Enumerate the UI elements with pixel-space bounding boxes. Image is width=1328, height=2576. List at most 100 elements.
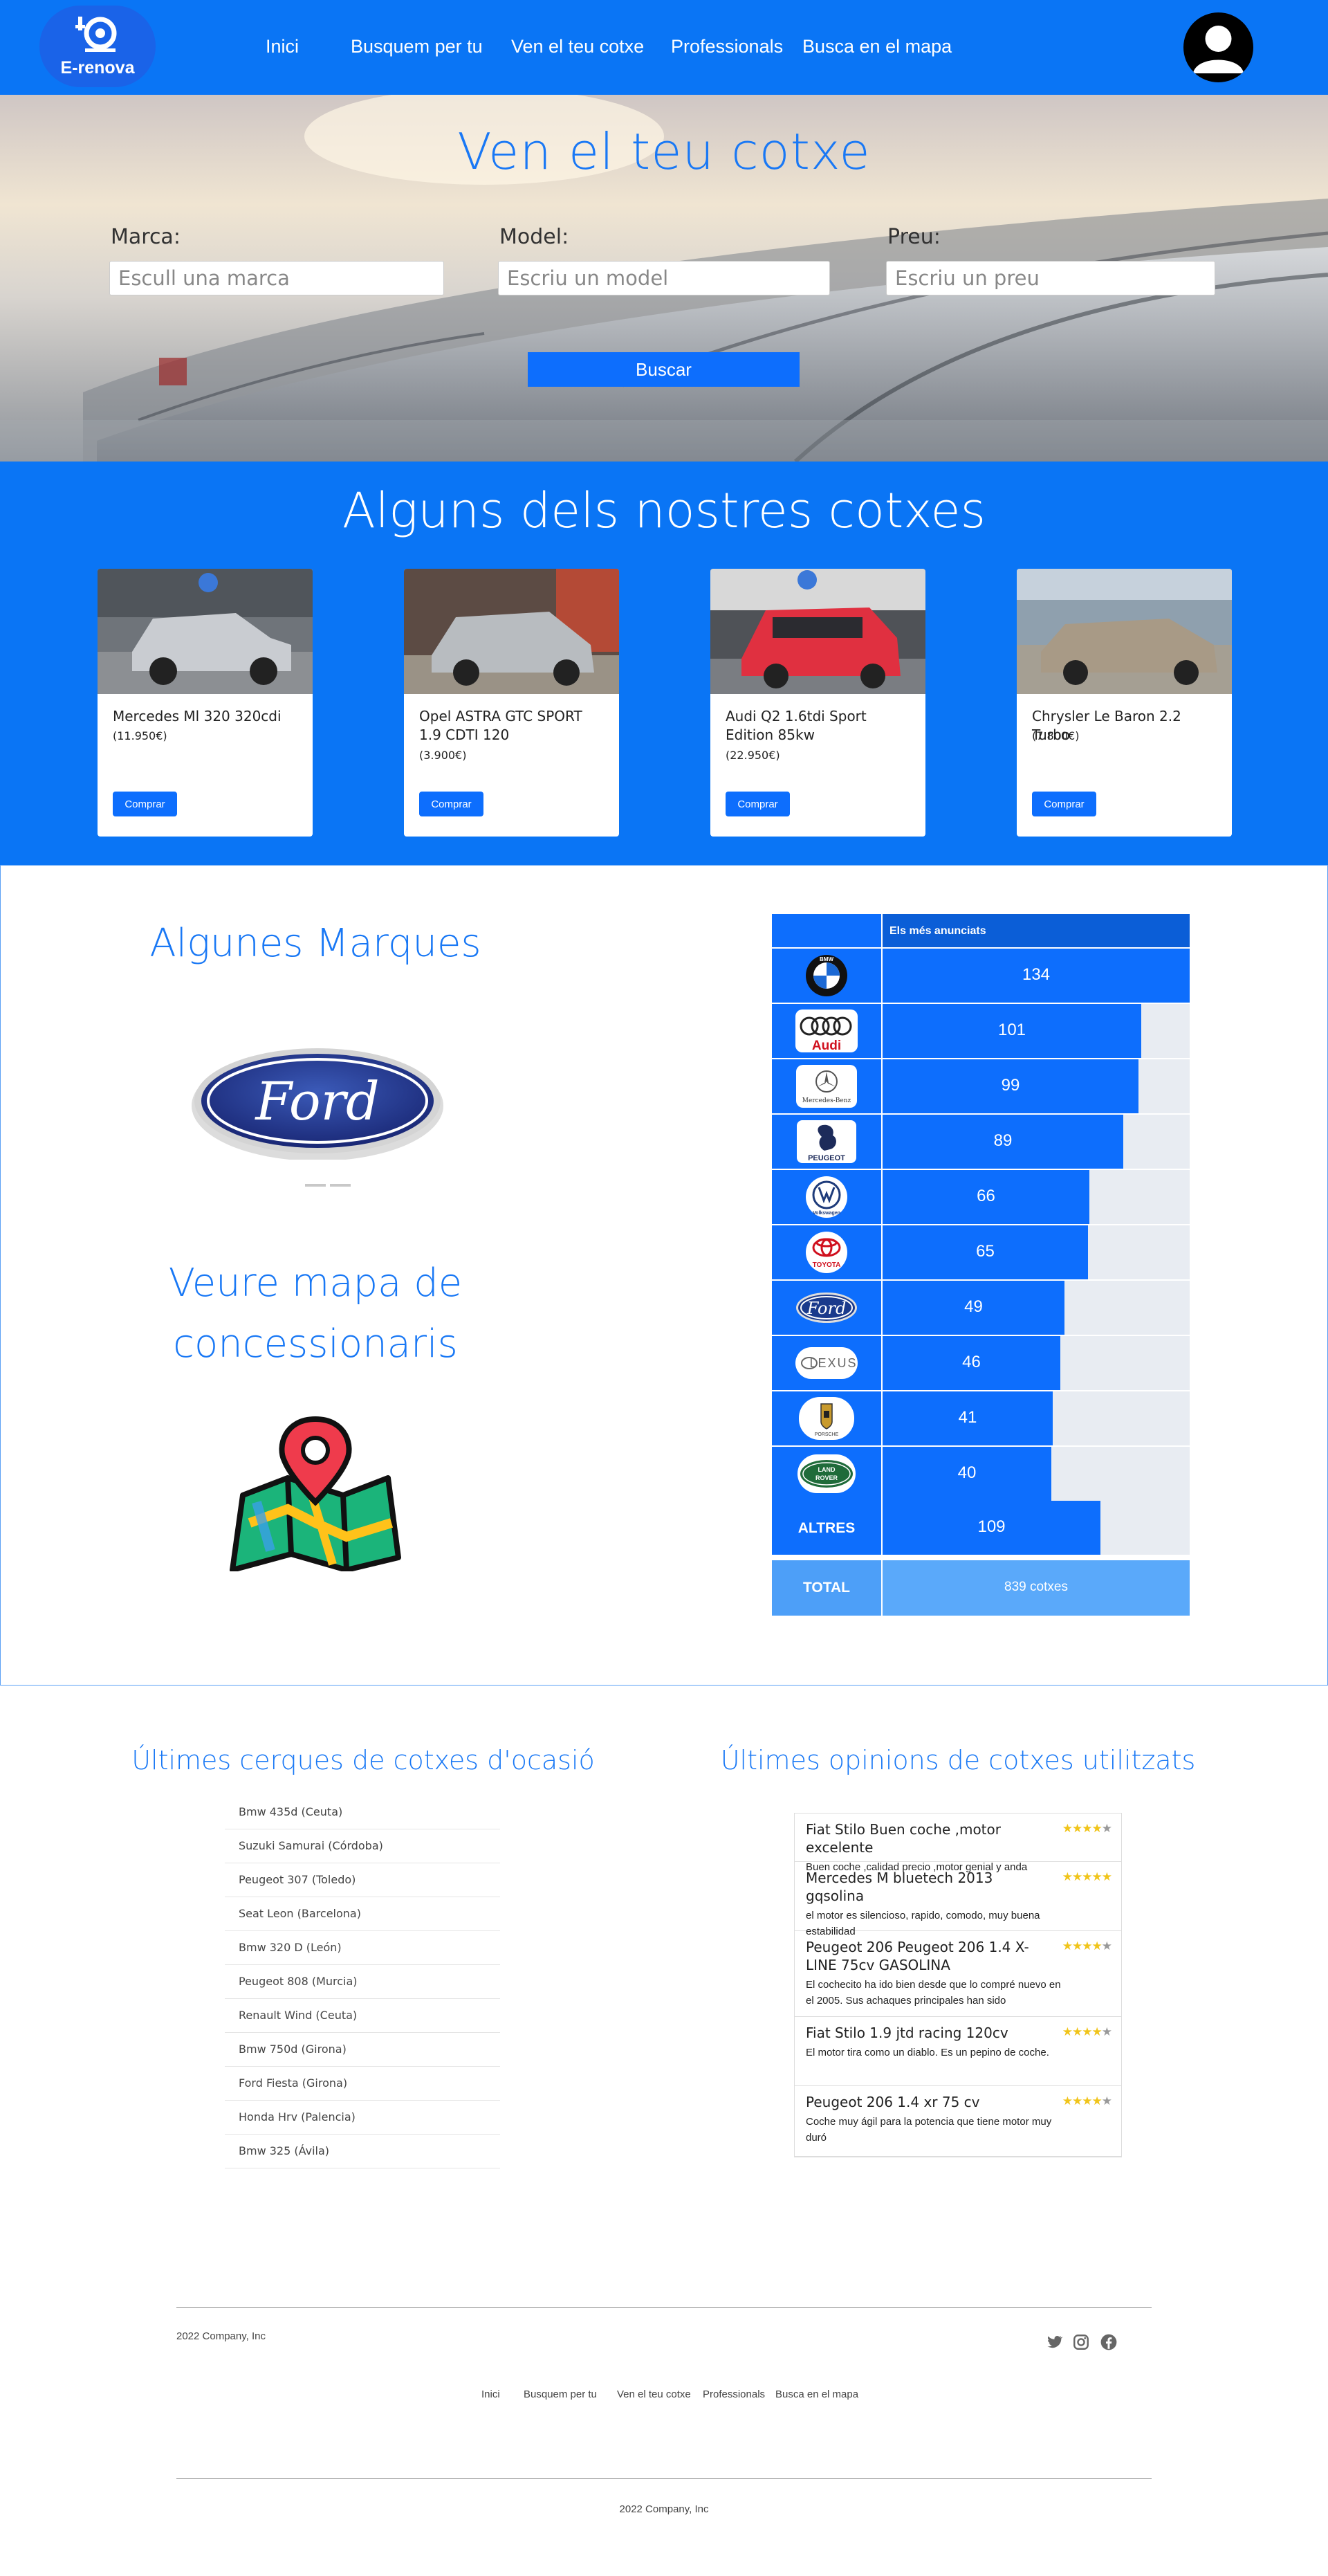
carousel-indicator[interactable]: [330, 1184, 351, 1187]
search-list-item[interactable]: Ford Fiesta (Girona): [225, 2067, 500, 2101]
map-title-line: Veure mapa de: [168, 1261, 463, 1306]
model-input[interactable]: [498, 261, 830, 295]
svg-text:Mercedes-Benz: Mercedes-Benz: [802, 1097, 851, 1104]
opinion-item[interactable]: Peugeot 206 1.4 xr 75 cv Coche muy ágil p…: [795, 2086, 1121, 2157]
buy-button[interactable]: Comprar: [1032, 792, 1096, 816]
table-row: TOYOTA 65: [772, 1225, 1190, 1279]
star-icon: ★: [1072, 1939, 1082, 1953]
bar-value: 46: [962, 1353, 981, 1371]
footer-link-professionals[interactable]: Professionals: [703, 2388, 765, 2400]
facebook-icon[interactable]: [1100, 2333, 1118, 2351]
table-header: Els més anunciats: [772, 914, 1190, 947]
search-list-item[interactable]: Peugeot 808 (Murcia): [225, 1965, 500, 1999]
user-avatar[interactable]: [1183, 12, 1253, 82]
toyota-logo-icon: TOYOTA: [795, 1231, 858, 1274]
footer-company: 2022 Company, Inc: [176, 2330, 266, 2342]
nav-link-ven[interactable]: Ven el teu cotxe: [511, 36, 644, 57]
brand-logo-cell: LAND ROVER: [772, 1447, 881, 1501]
footer-link-mapa[interactable]: Busca en el mapa: [775, 2388, 858, 2400]
porsche-logo-icon: PORSCHE: [795, 1397, 858, 1440]
star-icon: ★: [1082, 1939, 1092, 1953]
total-label: TOTAL: [772, 1560, 881, 1616]
search-list-item[interactable]: Bmw 325 (Ávila): [225, 2135, 500, 2168]
opinion-body: Coche muy ágil para la potencia que tien…: [806, 2116, 1052, 2144]
twitter-icon[interactable]: [1045, 2333, 1063, 2351]
table-row: LEXUS 46: [772, 1336, 1190, 1390]
car-photo[interactable]: [98, 569, 313, 694]
carousel-indicator[interactable]: [305, 1184, 326, 1187]
lexus-logo-icon: LEXUS: [795, 1342, 858, 1385]
search-list-item[interactable]: Suzuki Samurai (Córdoba): [225, 1829, 500, 1863]
svg-text:PEUGEOT: PEUGEOT: [808, 1154, 845, 1162]
latest-searches-list: Bmw 435d (Ceuta) Suzuki Samurai (Córdoba)…: [225, 1796, 500, 2168]
table-row: BMW 134: [772, 949, 1190, 1003]
map-title[interactable]: Veure mapa de concessionaris: [104, 1253, 526, 1375]
footer-link-busquem[interactable]: Busquem per tu: [524, 2388, 597, 2400]
opinion-item[interactable]: Fiat Stilo Buen coche ,motor excelente Bu…: [795, 1814, 1121, 1873]
car-photo[interactable]: [1017, 569, 1232, 694]
brand-logo-cell: PORSCHE: [772, 1391, 881, 1445]
car-card: Mercedes Ml 320 320cdi (11.950€) Comprar: [98, 569, 313, 837]
search-list-item[interactable]: Bmw 750d (Girona): [225, 2033, 500, 2067]
ford-brand-carousel-image[interactable]: Ford: [186, 1042, 449, 1160]
land-rover-logo-icon: LAND ROVER: [795, 1452, 858, 1495]
car-name: Mercedes Ml 320 320cdi: [113, 708, 282, 724]
svg-text:LEXUS: LEXUS: [809, 1356, 857, 1370]
car-photo[interactable]: [404, 569, 619, 694]
opinion-item[interactable]: Peugeot 206 Peugeot 206 1.4 X-LINE 75cv …: [795, 1931, 1121, 2017]
svg-text:BMW: BMW: [820, 956, 833, 962]
search-button[interactable]: Buscar: [528, 352, 800, 387]
search-list-item[interactable]: Bmw 435d (Ceuta): [225, 1796, 500, 1829]
buy-button[interactable]: Comprar: [113, 792, 177, 816]
table-row: Audi 101: [772, 1004, 1190, 1058]
ford-logo-icon: Ford: [795, 1286, 858, 1329]
brand-input[interactable]: [109, 261, 444, 295]
footer-divider: [176, 2307, 1152, 2308]
map-pin-icon[interactable]: [229, 1412, 402, 1571]
opinion-body: El cochecito ha ido bien desde que lo co…: [806, 1979, 1061, 2007]
buy-button[interactable]: Comprar: [419, 792, 483, 816]
brand-logo-cell: Volkswagen: [772, 1170, 881, 1224]
star-icon: ★: [1072, 1870, 1082, 1883]
buy-button[interactable]: Comprar: [726, 792, 790, 816]
car-price: (7.800€): [1032, 729, 1080, 742]
bar-value: 99: [1001, 1076, 1020, 1095]
nav-link-mapa[interactable]: Busca en el mapa: [802, 36, 952, 57]
star-icon: ★: [1062, 1822, 1073, 1835]
star-icon: ★: [1101, 1870, 1112, 1883]
search-list-item[interactable]: Seat Leon (Barcelona): [225, 1897, 500, 1931]
opinion-item[interactable]: Fiat Stilo 1.9 jtd racing 120cv El motor …: [795, 2017, 1121, 2086]
car-photo[interactable]: [710, 569, 925, 694]
others-label: ALTRES: [797, 1520, 856, 1536]
site-logo[interactable]: E-renova: [39, 6, 156, 87]
table-row: LAND ROVER 40: [772, 1447, 1190, 1501]
top-navbar: E-renova Inici Busquem per tu Ven el teu…: [0, 0, 1328, 95]
car-card: Audi Q2 1.6tdi Sport Edition 85kw (22.95…: [710, 569, 925, 837]
price-input[interactable]: [886, 261, 1215, 295]
svg-text:Ford: Ford: [806, 1299, 847, 1318]
nav-link-busquem[interactable]: Busquem per tu: [351, 36, 483, 57]
brand-label: Marca:: [111, 225, 181, 249]
table-row: PEUGEOT 89: [772, 1115, 1190, 1169]
instagram-icon[interactable]: [1072, 2333, 1090, 2351]
car-name: Opel ASTRA GTC SPORT 1.9 CDTI 120: [419, 708, 582, 743]
brand-logo-cell: LEXUS: [772, 1336, 881, 1390]
search-list-item[interactable]: Bmw 320 D (León): [225, 1931, 500, 1965]
car-price: (3.900€): [419, 749, 467, 762]
svg-text:ROVER: ROVER: [815, 1474, 838, 1481]
star-rating: ★★★★★: [1062, 1870, 1112, 1884]
opinion-item[interactable]: Mercedes M bluetech 2013 gqsolina el moto…: [795, 1862, 1121, 1937]
star-icon: ★: [1101, 2025, 1112, 2038]
footer-link-ven[interactable]: Ven el teu cotxe: [617, 2388, 691, 2400]
nav-link-inici[interactable]: Inici: [266, 36, 299, 57]
search-list-item[interactable]: Renault Wind (Ceuta): [225, 1999, 500, 2033]
bar-value: 134: [1022, 965, 1051, 984]
opinion-title: Peugeot 206 Peugeot 206 1.4 X-LINE 75cv …: [806, 1939, 1029, 1973]
peugeot-logo-icon: PEUGEOT: [795, 1120, 858, 1163]
nav-link-professionals[interactable]: Professionals: [671, 36, 783, 57]
table-row-others: ALTRES 109: [772, 1501, 1190, 1555]
footer-link-inici[interactable]: Inici: [481, 2388, 500, 2400]
star-icon: ★: [1062, 1870, 1073, 1883]
search-list-item[interactable]: Honda Hrv (Palencia): [225, 2101, 500, 2135]
search-list-item[interactable]: Peugeot 307 (Toledo): [225, 1863, 500, 1897]
